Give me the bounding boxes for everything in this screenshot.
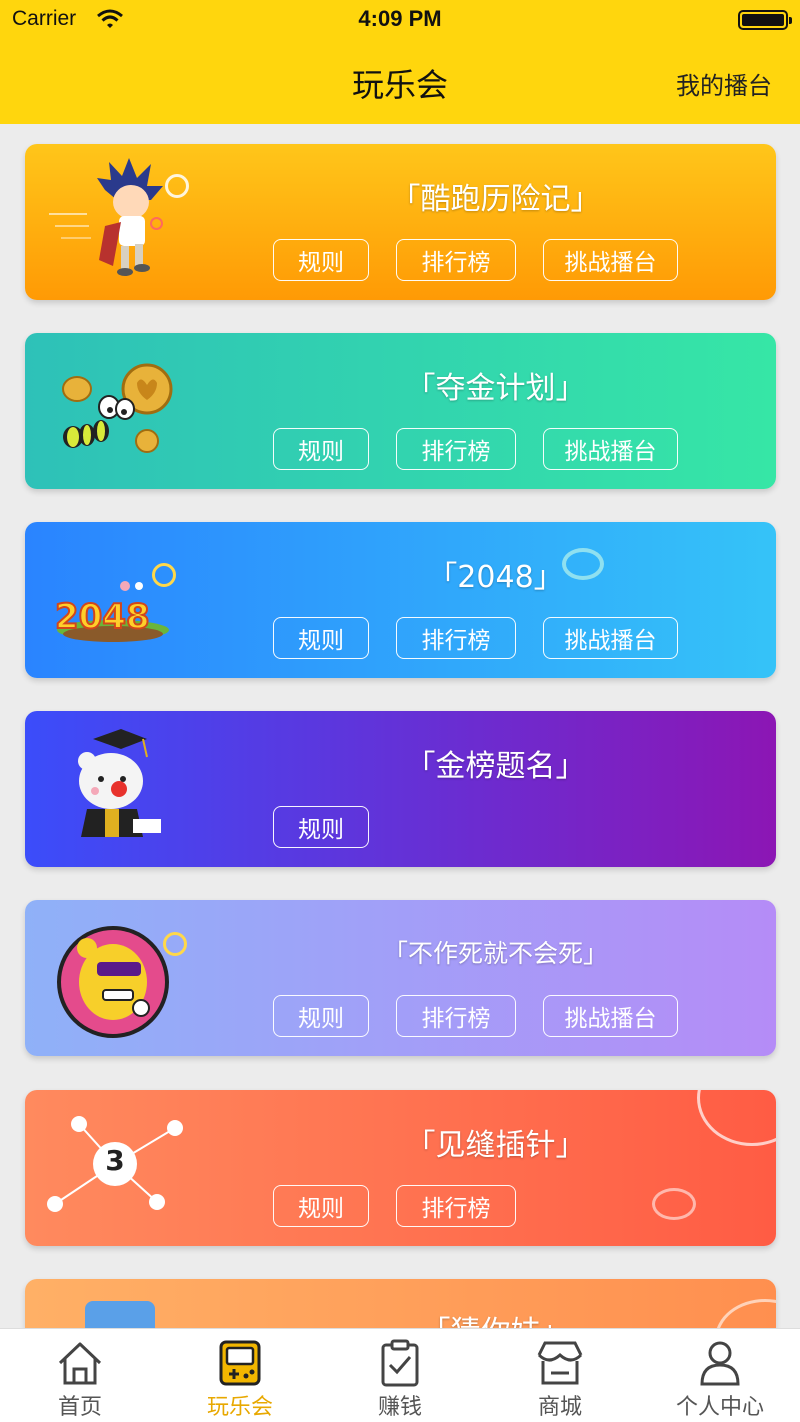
game-title: 「不作死就不会死」 <box>382 939 608 968</box>
clipboard-check-icon <box>381 1339 419 1387</box>
rules-button[interactable]: 规则 <box>273 1185 369 1227</box>
decor-ring <box>163 932 187 956</box>
status-bar: Carrier 4:09 PM <box>0 0 800 40</box>
svg-text:2048: 2048 <box>55 597 150 637</box>
decor-ring <box>165 174 189 198</box>
challenge-arena-button[interactable]: 挑战播台 <box>543 995 678 1037</box>
game-card-guess[interactable]: 「猜你妹」 <box>25 1279 776 1328</box>
2048-logo-icon: 2048 <box>47 534 187 666</box>
game-card-parkour[interactable]: 「酷跑历险记」 规则 排行榜 挑战播台 <box>25 144 776 300</box>
decor-ring <box>152 563 176 587</box>
tab-label: 玩乐会 <box>206 1395 273 1420</box>
sunglasses-character-icon <box>47 912 187 1044</box>
pin-ball-number: 3 <box>105 1144 125 1177</box>
gamepad-icon <box>219 1340 261 1386</box>
home-icon <box>58 1342 102 1385</box>
game-card-2048[interactable]: 2048 「2048」 规则 排行榜 挑战播台 <box>25 522 776 678</box>
tab-label: 赚钱 <box>377 1395 422 1420</box>
tab-home[interactable]: 首页 <box>0 1329 160 1422</box>
tab-store[interactable]: 商城 <box>480 1329 640 1422</box>
tab-label: 个人中心 <box>675 1395 764 1420</box>
tab-label: 商城 <box>537 1395 582 1420</box>
my-arena-link[interactable]: 我的播台 <box>676 66 772 101</box>
ranking-button[interactable]: 排行榜 <box>396 1185 516 1227</box>
decor-ring-small <box>150 217 163 230</box>
challenge-arena-button[interactable]: 挑战播台 <box>543 617 678 659</box>
game-title: 「金榜题名」 <box>405 749 586 784</box>
tab-profile[interactable]: 个人中心 <box>640 1329 800 1422</box>
caterpillar-coins-icon <box>47 345 187 477</box>
rules-button[interactable]: 规则 <box>273 617 369 659</box>
game-title: 「夺金计划」 <box>405 371 586 406</box>
guess-game-icon <box>85 1301 155 1328</box>
game-card-exam[interactable]: 「金榜题名」 规则 <box>25 711 776 867</box>
tab-label: 首页 <box>57 1395 102 1420</box>
tab-bar: 首页 玩乐会 赚钱 商城 个人中心 <box>0 1328 800 1422</box>
game-card-needle[interactable]: 3 「见缝插针」 规则 排行榜 <box>25 1090 776 1246</box>
ranking-button[interactable]: 排行榜 <box>396 617 516 659</box>
game-title: 「2048」 <box>427 560 564 595</box>
rules-button[interactable]: 规则 <box>273 995 369 1037</box>
person-icon <box>700 1341 740 1386</box>
game-title: 「猜你妹」 <box>215 1307 776 1328</box>
game-card-dont-die[interactable]: 「不作死就不会死」 规则 排行榜 挑战播台 <box>25 900 776 1056</box>
rules-button[interactable]: 规则 <box>273 806 369 848</box>
game-title: 「见缝插针」 <box>405 1128 586 1163</box>
game-card-gold[interactable]: 「夺金计划」 规则 排行榜 挑战播台 <box>25 333 776 489</box>
challenge-arena-button[interactable]: 挑战播台 <box>543 239 678 281</box>
rules-button[interactable]: 规则 <box>273 428 369 470</box>
tab-earn[interactable]: 赚钱 <box>320 1329 480 1422</box>
top-bar: Carrier 4:09 PM 玩乐会 我的播台 <box>0 0 800 124</box>
status-time: 4:09 PM <box>358 6 442 31</box>
ranking-button[interactable]: 排行榜 <box>396 239 516 281</box>
challenge-arena-button[interactable]: 挑战播台 <box>543 428 678 470</box>
game-title: 「酷跑历险记」 <box>390 182 601 217</box>
rules-button[interactable]: 规则 <box>273 239 369 281</box>
ranking-button[interactable]: 排行榜 <box>396 995 516 1037</box>
battery-icon <box>738 10 792 30</box>
game-list[interactable]: 「酷跑历险记」 规则 排行榜 挑战播台 「夺金计划」 规则 排行榜 挑战播台 2… <box>0 124 800 1328</box>
tab-play[interactable]: 玩乐会 <box>160 1329 320 1422</box>
graduate-bear-icon <box>47 723 187 855</box>
runner-character-icon <box>47 156 187 288</box>
store-icon <box>537 1341 583 1385</box>
ranking-button[interactable]: 排行榜 <box>396 428 516 470</box>
decor-ring <box>652 1188 696 1220</box>
